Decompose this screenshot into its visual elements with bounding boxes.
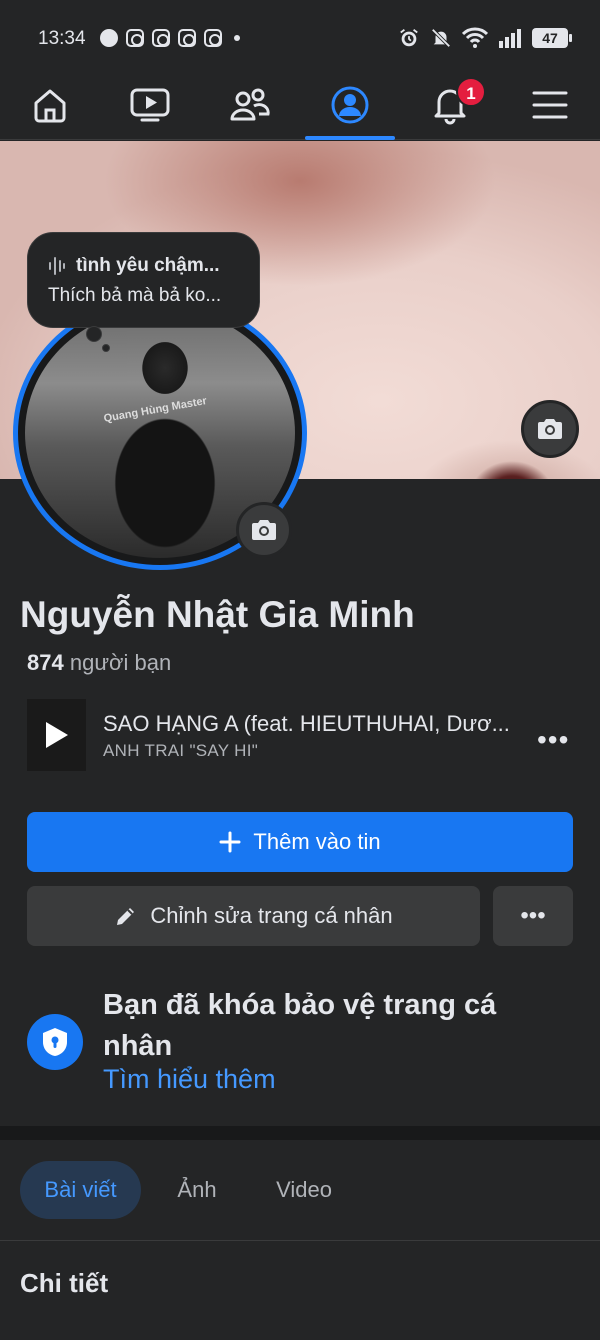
profile-lock-notice: Bạn đã khóa bảo vệ trang cá nhân <box>103 989 497 1062</box>
nav-active-indicator <box>305 136 395 140</box>
friends-icon <box>230 88 270 121</box>
mute-bell-icon <box>431 28 451 48</box>
status-system-icons: 47 <box>398 27 572 49</box>
nav-watch[interactable] <box>110 70 190 140</box>
friend-count-number: 874 <box>27 650 64 675</box>
instagram-icon <box>152 29 170 47</box>
profile-more-button[interactable]: ••• <box>493 886 573 946</box>
messenger-icon <box>100 29 118 47</box>
note-bubble-tail-small <box>102 344 110 352</box>
details-title: Chi tiết <box>20 1268 109 1298</box>
instagram-icon <box>178 29 196 47</box>
nav-menu[interactable] <box>510 70 590 140</box>
edit-profile-label: Chỉnh sửa trang cá nhân <box>150 903 393 928</box>
nav-home[interactable] <box>10 70 90 140</box>
friend-count[interactable]: 874 người bạn <box>27 650 171 676</box>
tab-posts[interactable]: Bài viết <box>20 1161 141 1219</box>
menu-icon <box>532 91 568 119</box>
music-artist: ANH TRAI "SAY HI" <box>103 741 259 760</box>
camera-icon <box>538 419 562 439</box>
notification-badge: 1 <box>456 77 486 107</box>
home-icon <box>34 89 66 123</box>
plus-icon <box>219 831 241 853</box>
add-story-button[interactable]: Thêm vào tin <box>27 812 573 872</box>
nav-profile[interactable] <box>310 70 390 140</box>
note-subtitle: Thích bả mà bả ko... <box>48 285 222 306</box>
music-play-button[interactable] <box>27 699 86 771</box>
shield-lock-icon <box>27 1014 83 1070</box>
tab-photos[interactable]: Ảnh <box>160 1161 234 1219</box>
avatar-shirt-text: Quang Hùng Master <box>102 395 208 425</box>
tab-videos[interactable]: Video <box>256 1161 352 1219</box>
profile-icon <box>331 86 369 124</box>
status-app-icons <box>100 29 240 47</box>
play-icon <box>45 722 68 748</box>
note-bubble-tail <box>86 326 102 342</box>
signal-icon <box>499 29 521 48</box>
edit-cover-button[interactable] <box>521 400 579 458</box>
nav-friends[interactable] <box>210 70 290 140</box>
music-title: SAO HẠNG A (feat. HIEUTHUHAI, Dươ... <box>103 711 510 736</box>
audio-wave-icon <box>49 257 65 275</box>
tabs-divider <box>0 1240 600 1241</box>
pencil-icon <box>117 908 135 925</box>
profile-name: Nguyễn Nhật Gia Minh <box>20 594 415 635</box>
note-title: tình yêu chậm... <box>76 255 220 276</box>
dot-icon <box>234 35 240 41</box>
friend-count-label: người bạn <box>69 650 172 675</box>
battery-icon: 47 <box>532 28 572 48</box>
status-time: 13:34 <box>38 28 86 49</box>
top-nav <box>0 70 600 140</box>
add-story-label: Thêm vào tin <box>253 829 381 854</box>
learn-more-link[interactable]: Tìm hiểu thêm <box>103 1064 276 1095</box>
edit-profile-button[interactable]: Chỉnh sửa trang cá nhân <box>27 886 480 946</box>
alarm-icon <box>400 29 418 47</box>
section-divider <box>0 1126 600 1140</box>
instagram-icon <box>204 29 222 47</box>
wifi-icon <box>462 27 488 48</box>
edit-avatar-button[interactable] <box>236 502 292 558</box>
watch-icon <box>130 88 170 122</box>
camera-icon <box>252 520 276 540</box>
music-more-button[interactable]: ••• <box>537 724 569 756</box>
note-bubble[interactable]: tình yêu chậm... Thích bả mà bả ko... <box>27 232 260 328</box>
instagram-icon <box>126 29 144 47</box>
